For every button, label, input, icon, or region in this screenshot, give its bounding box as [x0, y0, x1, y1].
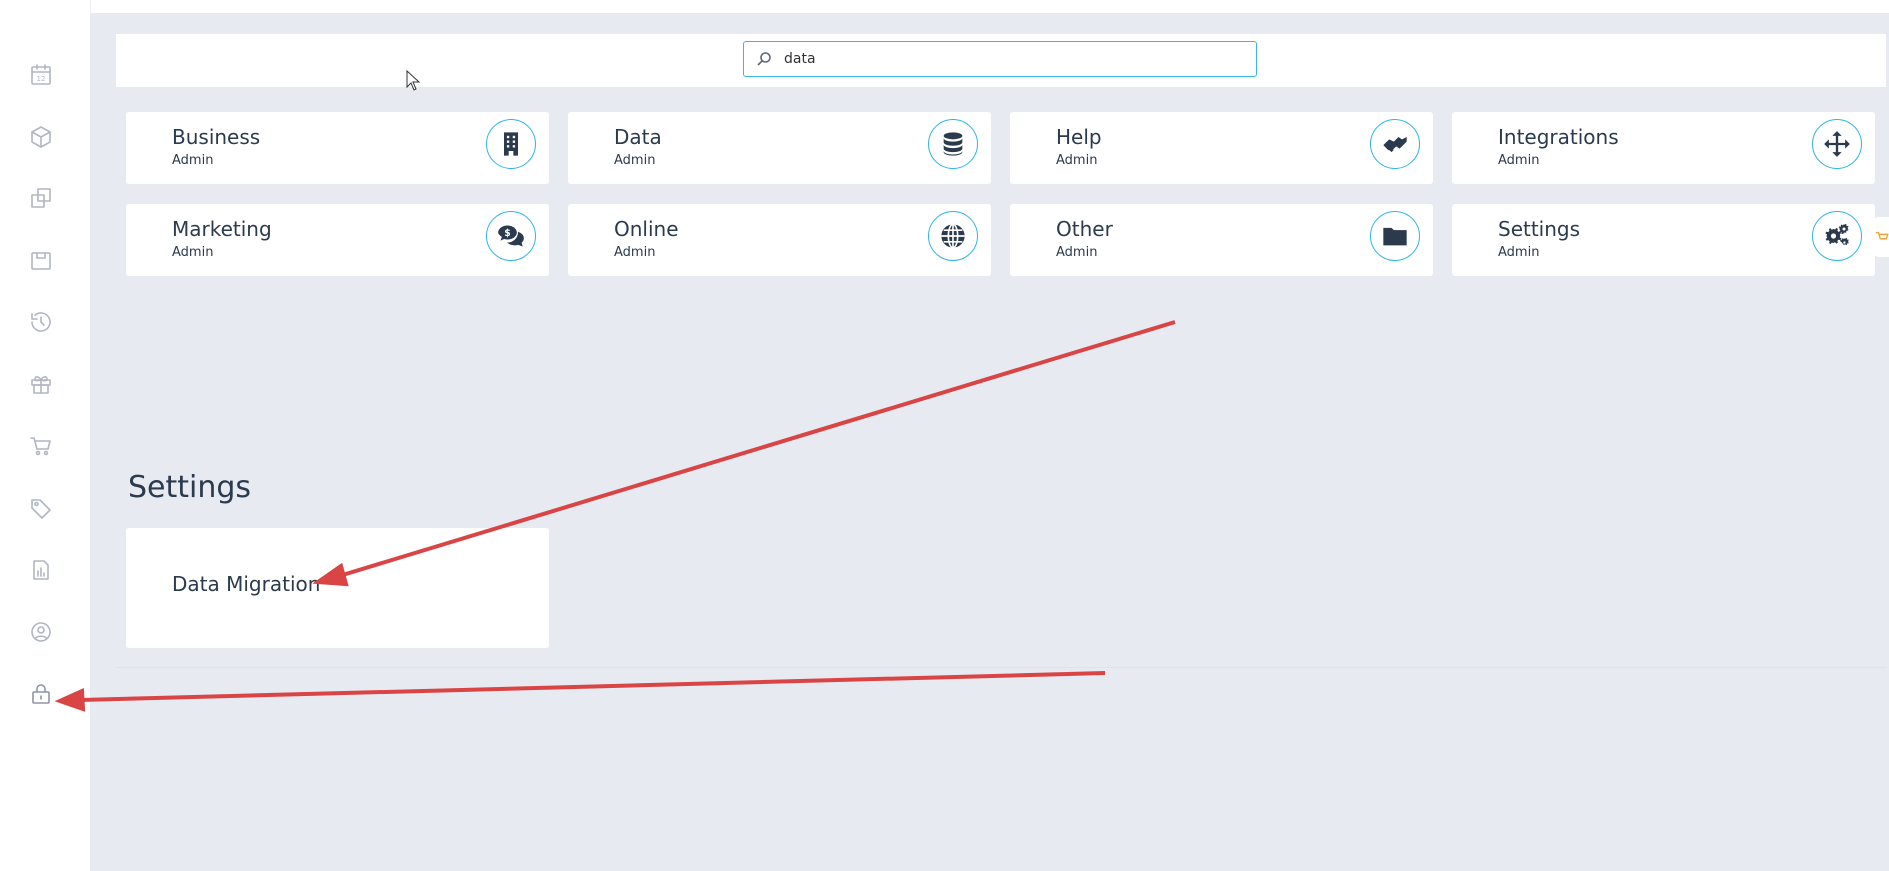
calendar-icon[interactable]: 12 — [26, 60, 56, 90]
search-icon — [756, 51, 772, 67]
card-subtitle: Admin — [172, 245, 214, 260]
globe-icon — [928, 211, 978, 261]
handshake-icon — [1370, 119, 1420, 169]
card-subtitle: Admin — [1056, 153, 1098, 168]
cart-icon[interactable] — [26, 431, 56, 461]
cube-icon[interactable] — [26, 122, 56, 152]
search-bar — [116, 34, 1886, 87]
divider — [116, 667, 1886, 668]
card-marketing[interactable]: Marketing Admin $ — [126, 204, 549, 276]
cart-tab[interactable] — [1873, 217, 1889, 257]
card-title: Business — [172, 125, 261, 149]
card-title: Other — [1056, 217, 1113, 241]
card-business[interactable]: Business Admin — [126, 112, 549, 184]
result-data-migration[interactable]: Data Migration — [126, 528, 549, 648]
box-icon[interactable] — [26, 245, 56, 275]
card-title: Online — [614, 217, 679, 241]
card-help[interactable]: Help Admin — [1010, 112, 1433, 184]
mouse-cursor-icon — [406, 70, 421, 91]
card-online[interactable]: Online Admin — [568, 204, 991, 276]
gears-icon — [1812, 211, 1862, 261]
layers-icon[interactable] — [26, 183, 56, 213]
user-circle-icon[interactable] — [26, 617, 56, 647]
card-subtitle: Admin — [1498, 153, 1540, 168]
card-subtitle: Admin — [172, 153, 214, 168]
card-subtitle: Admin — [614, 153, 656, 168]
building-icon — [486, 119, 536, 169]
dollar-chat-icon: $ — [486, 211, 536, 261]
sidebar: 12 — [0, 0, 91, 871]
svg-text:12: 12 — [37, 75, 46, 83]
card-title: Settings — [1498, 217, 1581, 241]
arrows-move-icon — [1812, 119, 1862, 169]
card-subtitle: Admin — [1056, 245, 1098, 260]
history-icon[interactable] — [26, 307, 56, 337]
card-settings[interactable]: Settings Admin — [1452, 204, 1875, 276]
result-label: Data Migration — [172, 572, 321, 596]
search-box[interactable] — [743, 41, 1257, 77]
search-input[interactable] — [782, 50, 1226, 68]
card-title: Help — [1056, 125, 1102, 149]
folder-icon — [1370, 211, 1420, 261]
card-integrations[interactable]: Integrations Admin — [1452, 112, 1875, 184]
card-subtitle: Admin — [1498, 245, 1540, 260]
section-title: Settings — [128, 470, 252, 505]
database-icon — [928, 119, 978, 169]
lock-icon[interactable] — [26, 679, 56, 709]
main-content: Business Admin Data Admin Help Admin Int… — [90, 13, 1889, 871]
cart-icon — [1875, 231, 1889, 240]
card-title: Data — [614, 125, 662, 149]
report-icon[interactable] — [26, 555, 56, 585]
card-subtitle: Admin — [614, 245, 656, 260]
card-title: Integrations — [1498, 125, 1619, 149]
tags-icon[interactable] — [26, 493, 56, 523]
gift-icon[interactable] — [26, 369, 56, 399]
card-title: Marketing — [172, 217, 272, 241]
card-data[interactable]: Data Admin — [568, 112, 991, 184]
card-other[interactable]: Other Admin — [1010, 204, 1433, 276]
svg-text:$: $ — [504, 228, 511, 239]
